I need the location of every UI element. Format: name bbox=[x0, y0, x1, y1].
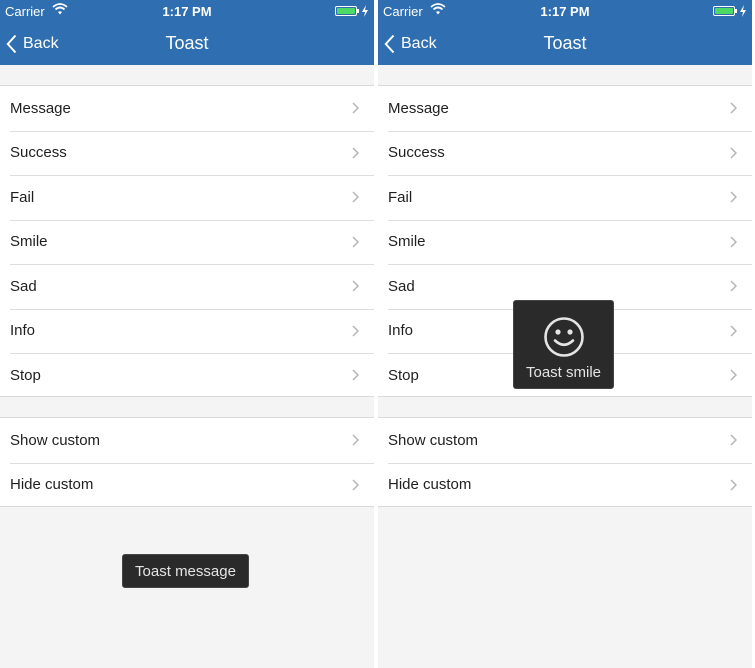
navigation-header: Carrier 1:17 PM Back Toast bbox=[378, 0, 752, 65]
list-item-label: Show custom bbox=[10, 431, 101, 449]
phone-screen-message-toast: Carrier 1:17 PM Back Toast Message Succe… bbox=[0, 0, 374, 668]
toast-smile: Toast smile bbox=[513, 300, 614, 389]
list-item-success[interactable]: Success bbox=[0, 130, 374, 176]
screens-comparison: Carrier 1:17 PM Back Toast Message Succe… bbox=[0, 0, 755, 668]
chevron-right-icon bbox=[730, 369, 737, 381]
list-item-label: Sad bbox=[388, 277, 415, 295]
list-item-label: Stop bbox=[388, 366, 419, 384]
list-item-label: Stop bbox=[10, 366, 41, 384]
list-item-label: Fail bbox=[388, 188, 413, 206]
page-title: Toast bbox=[165, 33, 209, 53]
chevron-right-icon bbox=[352, 102, 359, 114]
chevron-right-icon bbox=[730, 147, 737, 159]
battery-icon bbox=[713, 6, 735, 16]
list-item-smile[interactable]: Smile bbox=[0, 219, 374, 265]
list-item-label: Hide custom bbox=[10, 476, 94, 494]
toast-smile-text: Toast smile bbox=[525, 364, 602, 381]
navigation-header: Carrier 1:17 PM Back Toast bbox=[0, 0, 374, 65]
chevron-right-icon bbox=[730, 325, 737, 337]
chevron-right-icon bbox=[352, 434, 359, 446]
list-item-hide-custom[interactable]: Hide custom bbox=[378, 462, 752, 508]
menu-section-custom: Show custom Hide custom bbox=[0, 417, 374, 507]
list-item-label: Show custom bbox=[388, 431, 479, 449]
list-item-stop[interactable]: Stop bbox=[0, 353, 374, 398]
chevron-right-icon bbox=[730, 280, 737, 292]
list-item-label: Fail bbox=[10, 188, 35, 206]
list-item-info[interactable]: Info bbox=[0, 308, 374, 354]
list-item-label: Smile bbox=[388, 233, 426, 251]
phone-screen-smile-toast: Carrier 1:17 PM Back Toast Message Succe… bbox=[378, 0, 752, 668]
toast-message-text: Toast message bbox=[135, 562, 236, 580]
list-item-label: Info bbox=[388, 322, 414, 340]
status-time: 1:17 PM bbox=[540, 4, 590, 19]
battery-tip bbox=[357, 9, 359, 13]
list-item-hide-custom[interactable]: Hide custom bbox=[0, 462, 374, 508]
list-item-message[interactable]: Message bbox=[378, 86, 752, 131]
chevron-right-icon bbox=[352, 191, 359, 203]
chevron-right-icon bbox=[352, 236, 359, 248]
battery-tip bbox=[735, 9, 737, 13]
charging-bolt-icon bbox=[362, 5, 368, 17]
list-item-show-custom[interactable]: Show custom bbox=[0, 418, 374, 463]
charging-bolt-icon bbox=[740, 5, 746, 17]
list-item-label: Message bbox=[10, 99, 71, 117]
chevron-right-icon bbox=[352, 325, 359, 337]
smile-face-icon bbox=[544, 317, 584, 357]
list-item-sad[interactable]: Sad bbox=[0, 264, 374, 309]
chevron-right-icon bbox=[352, 369, 359, 381]
list-item-label: Success bbox=[10, 144, 67, 162]
list-item-smile[interactable]: Smile bbox=[378, 219, 752, 265]
list-item-label: Info bbox=[10, 322, 36, 340]
battery-icon bbox=[335, 6, 357, 16]
list-item-fail[interactable]: Fail bbox=[378, 175, 752, 220]
menu-section-toasts: Message Success Fail Smile Sad Info Stop bbox=[0, 85, 374, 397]
menu-section-custom: Show custom Hide custom bbox=[378, 417, 752, 507]
list-item-label: Smile bbox=[10, 233, 48, 251]
list-item-show-custom[interactable]: Show custom bbox=[378, 418, 752, 463]
chevron-right-icon bbox=[730, 236, 737, 248]
list-item-label: Success bbox=[388, 144, 445, 162]
list-item-success[interactable]: Success bbox=[378, 130, 752, 176]
chevron-right-icon bbox=[730, 191, 737, 203]
status-bar: Carrier 1:17 PM bbox=[378, 0, 752, 22]
list-item-message[interactable]: Message bbox=[0, 86, 374, 131]
chevron-right-icon bbox=[352, 479, 359, 491]
chevron-right-icon bbox=[352, 147, 359, 159]
chevron-right-icon bbox=[730, 102, 737, 114]
list-item-label: Message bbox=[388, 99, 449, 117]
chevron-right-icon bbox=[352, 280, 359, 292]
toast-message: Toast message bbox=[122, 554, 249, 588]
list-item-label: Sad bbox=[10, 277, 37, 295]
page-title: Toast bbox=[543, 33, 587, 53]
chevron-right-icon bbox=[730, 434, 737, 446]
list-item-label: Hide custom bbox=[388, 476, 472, 494]
status-bar: Carrier 1:17 PM bbox=[0, 0, 374, 22]
status-time: 1:17 PM bbox=[162, 4, 212, 19]
list-item-fail[interactable]: Fail bbox=[0, 175, 374, 220]
chevron-right-icon bbox=[730, 479, 737, 491]
